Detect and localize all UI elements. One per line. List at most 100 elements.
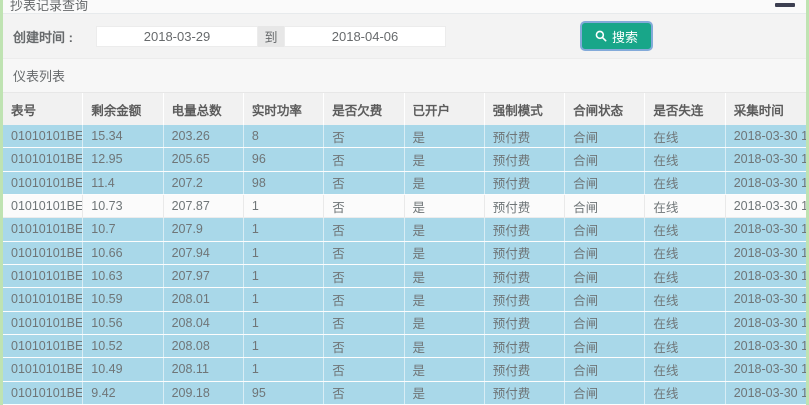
table-cell: 1 [244, 288, 324, 310]
table-row[interactable]: 01010101BE10.7207.91否是预付费合闸在线2018-03-30 … [3, 218, 806, 241]
table-cell: 01010101BE [3, 335, 83, 357]
column-header: 电量总数 [164, 93, 244, 125]
search-button[interactable]: 搜索 [582, 23, 651, 49]
table-cell: 98 [244, 172, 324, 194]
table-cell: 是 [405, 358, 485, 380]
table-row[interactable]: 01010101BE10.66207.941否是预付费合闸在线2018-03-3… [3, 242, 806, 265]
table-cell: 否 [324, 125, 404, 147]
table-cell: 1 [244, 265, 324, 287]
table-cell: 01010101BE [3, 358, 83, 380]
table-cell: 否 [324, 382, 404, 404]
table-cell: 96 [244, 148, 324, 170]
to-label: 到 [258, 26, 284, 47]
table-cell: 是 [405, 195, 485, 217]
table-cell: 是 [405, 172, 485, 194]
table-cell: 合闸 [565, 288, 645, 310]
table-row[interactable]: 01010101BE12.95205.6596否是预付费合闸在线2018-03-… [3, 148, 806, 171]
table-cell: 203.26 [164, 125, 244, 147]
table-cell: 预付费 [485, 312, 565, 334]
table-cell: 合闸 [565, 218, 645, 240]
table-cell: 是 [405, 288, 485, 310]
table-row[interactable]: 01010101BE10.56208.041否是预付费合闸在线2018-03-3… [3, 312, 806, 335]
search-button-label: 搜索 [612, 27, 638, 46]
table-cell: 01010101BE [3, 195, 83, 217]
table-cell: 2018-03-30 15:1 [726, 358, 806, 380]
table-cell: 209.18 [164, 382, 244, 404]
table-cell: 2018-03-30 15:1 [726, 382, 806, 404]
table-cell: 是 [405, 335, 485, 357]
table-cell: 在线 [645, 148, 725, 170]
table-cell: 1 [244, 218, 324, 240]
table-cell: 预付费 [485, 265, 565, 287]
table-cell: 9.42 [83, 382, 163, 404]
table-cell: 合闸 [565, 312, 645, 334]
table-row[interactable]: 01010101BE10.49208.111否是预付费合闸在线2018-03-3… [3, 358, 806, 381]
table-cell: 在线 [645, 358, 725, 380]
table-cell: 预付费 [485, 242, 565, 264]
end-date-input[interactable] [284, 26, 446, 47]
table-cell: 合闸 [565, 382, 645, 404]
table-cell: 01010101BE [3, 242, 83, 264]
table-cell: 208.01 [164, 288, 244, 310]
table-cell: 10.63 [83, 265, 163, 287]
table-cell: 10.73 [83, 195, 163, 217]
table-cell: 否 [324, 265, 404, 287]
table-cell: 01010101BE [3, 172, 83, 194]
table-cell: 01010101BE [3, 218, 83, 240]
panel-title: 抄表记录查询 [10, 0, 806, 14]
table-cell: 2018-03-30 15:1 [726, 242, 806, 264]
table-row[interactable]: 01010101BE15.34203.268否是预付费合闸在线2018-03-3… [3, 125, 806, 148]
table-cell: 是 [405, 125, 485, 147]
table-cell: 207.94 [164, 242, 244, 264]
table-cell: 11.4 [83, 172, 163, 194]
table-cell: 2018-03-30 15:1 [726, 218, 806, 240]
table-row[interactable]: 01010101BE10.73207.871否是预付费合闸在线2018-03-3… [3, 195, 806, 218]
table-row[interactable]: 01010101BE10.63207.971否是预付费合闸在线2018-03-3… [3, 265, 806, 288]
table-cell: 在线 [645, 195, 725, 217]
table-cell: 01010101BE [3, 312, 83, 334]
table-cell: 是 [405, 382, 485, 404]
table-cell: 2018-03-30 15:1 [726, 265, 806, 287]
table-cell: 10.49 [83, 358, 163, 380]
table-cell: 208.11 [164, 358, 244, 380]
column-header: 剩余金额 [83, 93, 163, 125]
table-cell: 预付费 [485, 288, 565, 310]
table-cell: 在线 [645, 218, 725, 240]
minimize-icon[interactable] [775, 3, 795, 7]
table-cell: 01010101BE [3, 148, 83, 170]
table-cell: 207.9 [164, 218, 244, 240]
table-cell: 合闸 [565, 265, 645, 287]
meter-table: 表号剩余金额电量总数实时功率是否欠费已开户强制模式合闸状态是否失连采集时间 01… [3, 92, 806, 405]
table-cell: 否 [324, 312, 404, 334]
table-row[interactable]: 01010101BE9.42209.1895否是预付费合闸在线2018-03-3… [3, 382, 806, 405]
meter-query-panel: 抄表记录查询 创建时间 : 到 搜索 仪表列表 表号剩余金额电量总数实时功率是否… [0, 0, 809, 405]
create-time-label: 创建时间 : [13, 27, 96, 46]
meter-list-section-header: 仪表列表 [3, 58, 806, 92]
table-cell: 10.59 [83, 288, 163, 310]
column-header: 实时功率 [244, 93, 324, 125]
table-row[interactable]: 01010101BE10.59208.011否是预付费合闸在线2018-03-3… [3, 288, 806, 311]
panel-title-bar: 抄表记录查询 [3, 0, 806, 14]
table-cell: 预付费 [485, 172, 565, 194]
start-date-input[interactable] [96, 26, 258, 47]
table-cell: 1 [244, 195, 324, 217]
table-cell: 预付费 [485, 148, 565, 170]
table-row[interactable]: 01010101BE10.52208.081否是预付费合闸在线2018-03-3… [3, 335, 806, 358]
table-cell: 2018-03-30 15:1 [726, 288, 806, 310]
table-cell: 207.97 [164, 265, 244, 287]
table-body: 01010101BE15.34203.268否是预付费合闸在线2018-03-3… [3, 125, 806, 405]
table-cell: 预付费 [485, 358, 565, 380]
table-cell: 2018-03-30 15:1 [726, 312, 806, 334]
search-icon [595, 30, 607, 42]
table-cell: 1 [244, 312, 324, 334]
meter-list-title: 仪表列表 [13, 66, 65, 85]
table-row[interactable]: 01010101BE11.4207.298否是预付费合闸在线2018-03-30… [3, 172, 806, 195]
table-cell: 是 [405, 148, 485, 170]
table-cell: 是 [405, 242, 485, 264]
table-cell: 否 [324, 288, 404, 310]
table-cell: 预付费 [485, 382, 565, 404]
table-cell: 在线 [645, 125, 725, 147]
table-cell: 在线 [645, 242, 725, 264]
table-cell: 208.04 [164, 312, 244, 334]
column-header: 采集时间 [726, 93, 806, 125]
